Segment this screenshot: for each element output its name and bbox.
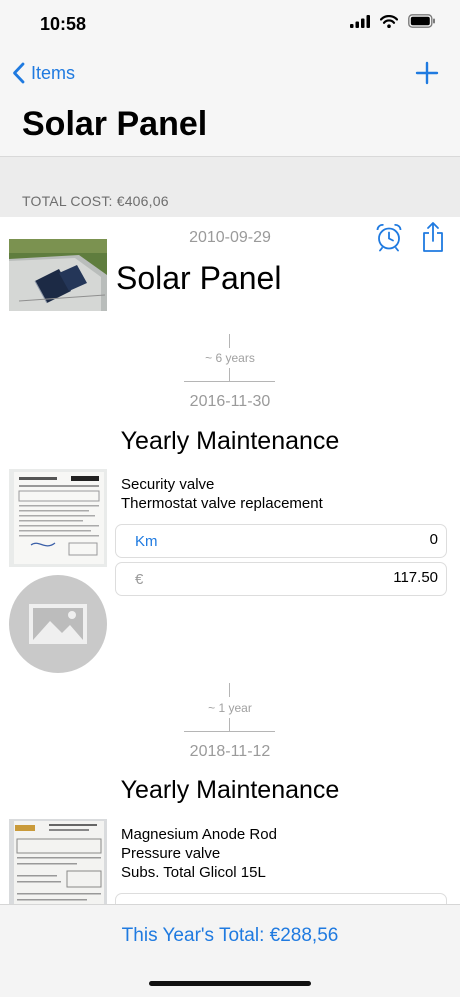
time-gap-label: ~ 1 year: [208, 701, 252, 715]
receipt-photo[interactable]: [9, 469, 107, 567]
total-cost-label: TOTAL COST: €406,06: [22, 193, 169, 209]
timeline-divider: [184, 731, 275, 732]
year-total-button[interactable]: This Year's Total: €288,56: [0, 925, 460, 947]
bottom-toolbar: This Year's Total: €288,56: [0, 904, 460, 997]
timeline-connector: [229, 683, 230, 697]
description-line: Pressure valve: [121, 845, 221, 862]
timeline-divider: [184, 381, 275, 382]
entry-description: Security valve Thermostat valve replacem…: [121, 475, 323, 513]
time-gap-label: ~ 6 years: [205, 351, 255, 365]
km-value[interactable]: 0: [430, 531, 438, 548]
wifi-icon: [380, 14, 398, 28]
entry-title: Yearly Maintenance: [120, 776, 340, 804]
section-header: TOTAL COST: €406,06: [0, 157, 460, 217]
navigation-bar: Items Solar Panel: [0, 50, 460, 157]
description-line: Subs. Total Glicol 15L: [121, 864, 266, 881]
add-button[interactable]: [414, 60, 440, 91]
description-line: Magnesium Anode Rod: [121, 826, 277, 843]
page-title: Solar Panel: [22, 105, 208, 143]
entry-date: 2016-11-30: [189, 393, 271, 410]
status-bar: 10:58: [0, 0, 460, 50]
km-label: Km: [135, 533, 158, 550]
receipt-photo[interactable]: [9, 819, 107, 904]
description-line: Thermostat valve replacement: [121, 495, 323, 512]
status-time: 10:58: [40, 14, 87, 34]
battery-icon: [408, 14, 435, 28]
share-button[interactable]: [421, 221, 445, 258]
entry-description: Magnesium Anode Rod Pressure valve Subs.…: [121, 825, 277, 882]
entry-date: 2018-11-12: [189, 743, 271, 760]
currency-label: €: [135, 571, 144, 588]
reminder-button[interactable]: [374, 222, 404, 257]
alarm-clock-icon: [376, 224, 402, 252]
km-field[interactable]: [115, 893, 447, 904]
timeline-connector: [229, 334, 230, 348]
share-icon: [423, 222, 443, 252]
item-name: Solar Panel: [116, 260, 282, 296]
home-indicator: [149, 981, 311, 986]
chevron-left-icon: [13, 62, 25, 84]
plus-icon: [415, 61, 439, 85]
cost-value[interactable]: 117.50: [393, 569, 438, 586]
add-photo-placeholder[interactable]: [9, 575, 107, 673]
description-line: Security valve: [121, 476, 215, 493]
image-placeholder-icon: [29, 604, 87, 644]
back-button[interactable]: Items: [12, 62, 75, 84]
signal-icon: [350, 14, 370, 28]
solar-panel-photo[interactable]: [9, 239, 107, 311]
timeline-list[interactable]: 2010-09-29 Solar Panel ~ 6 years 2016-11…: [0, 218, 460, 904]
entry-title: Yearly Maintenance: [120, 427, 340, 455]
timeline-connector: [229, 368, 230, 382]
km-field[interactable]: Km 0: [115, 524, 447, 558]
timeline-connector: [229, 718, 230, 732]
cost-field[interactable]: € 117.50: [115, 562, 447, 596]
status-icons: [350, 14, 436, 28]
back-label: Items: [31, 62, 76, 83]
